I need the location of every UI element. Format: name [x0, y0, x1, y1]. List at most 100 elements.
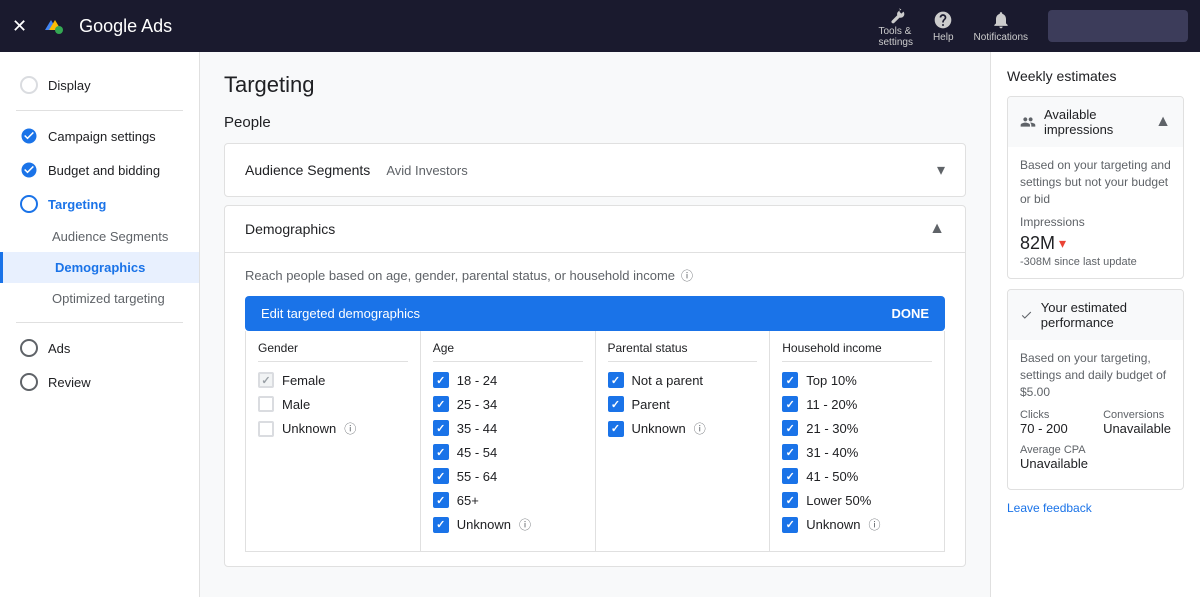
content-area: Targeting People Audience Segments Avid …	[200, 52, 990, 597]
age-unknown-label: Unknown	[457, 517, 511, 532]
income-21-30-row[interactable]: 21 - 30%	[782, 420, 932, 436]
sidebar-item-demographics[interactable]: Demographics	[0, 252, 199, 283]
income-unknown-checkbox[interactable]	[782, 517, 798, 533]
perf-clicks-row: Clicks 70 - 200 Conversions Unavailable	[1020, 409, 1171, 436]
app-title: Google Ads	[79, 16, 172, 37]
age-unknown-row[interactable]: Unknown ⓘ	[433, 516, 583, 533]
edit-demographics-bar[interactable]: Edit targeted demographics DONE	[245, 296, 945, 331]
age-55-64-row[interactable]: 55 - 64	[433, 468, 583, 484]
income-11-20-row[interactable]: 11 - 20%	[782, 396, 932, 412]
parent-row[interactable]: Parent	[608, 396, 758, 412]
male-checkbox[interactable]	[258, 396, 274, 412]
top-10-row[interactable]: Top 10%	[782, 372, 932, 388]
female-checkbox[interactable]	[258, 372, 274, 388]
income-unknown-row[interactable]: Unknown ⓘ	[782, 516, 932, 533]
not-parent-checkbox[interactable]	[608, 372, 624, 388]
available-impressions-title: Available impressions	[1044, 107, 1155, 137]
household-income-header: Household income	[782, 341, 932, 362]
sidebar-review-label: Review	[48, 375, 91, 390]
people-section-title: People	[224, 114, 966, 131]
age-65-plus-checkbox[interactable]	[433, 492, 449, 508]
sidebar-item-audience-segments[interactable]: Audience Segments	[0, 221, 199, 252]
age-45-54-row[interactable]: 45 - 54	[433, 444, 583, 460]
sidebar-item-review[interactable]: Review	[0, 365, 199, 399]
edit-bar-text: Edit targeted demographics	[261, 306, 420, 321]
sidebar-item-budget-bidding[interactable]: Budget and bidding	[0, 153, 199, 187]
google-ads-logo-icon	[37, 10, 69, 42]
sidebar-item-ads[interactable]: Ads	[0, 331, 199, 365]
performance-title: Your estimated performance	[1041, 300, 1171, 330]
income-21-30-checkbox[interactable]	[782, 420, 798, 436]
age-35-44-row[interactable]: 35 - 44	[433, 420, 583, 436]
performance-body: Based on your targeting, settings and da…	[1008, 340, 1183, 488]
parental-unknown-checkbox[interactable]	[608, 421, 624, 437]
top-10-checkbox[interactable]	[782, 372, 798, 388]
sidebar-item-campaign-settings[interactable]: Campaign settings	[0, 119, 199, 153]
age-18-24-checkbox[interactable]	[433, 372, 449, 388]
sidebar: Display Campaign settings Budget and bid…	[0, 52, 200, 597]
age-65-plus-row[interactable]: 65+	[433, 492, 583, 508]
age-55-64-label: 55 - 64	[457, 469, 497, 484]
search-input[interactable]	[1048, 10, 1188, 42]
age-35-44-checkbox[interactable]	[433, 420, 449, 436]
available-impressions-header-left: Available impressions	[1020, 107, 1155, 137]
sidebar-targeting-label: Targeting	[48, 197, 106, 212]
parental-unknown-row[interactable]: Unknown ⓘ	[608, 420, 758, 437]
not-parent-row[interactable]: Not a parent	[608, 372, 758, 388]
done-button[interactable]: DONE	[891, 306, 929, 321]
age-25-34-row[interactable]: 25 - 34	[433, 396, 583, 412]
impressions-label: Impressions	[1020, 215, 1171, 229]
gender-unknown-checkbox[interactable]	[258, 421, 274, 437]
sidebar-budget-bidding-label: Budget and bidding	[48, 163, 160, 178]
conversions-value: Unavailable	[1103, 421, 1171, 436]
ads-circle-icon	[20, 339, 38, 357]
lower-50-row[interactable]: Lower 50%	[782, 492, 932, 508]
avg-cpa-value: Unavailable	[1020, 456, 1088, 471]
available-impressions-header[interactable]: Available impressions ▲	[1008, 97, 1183, 147]
audience-segments-header-left: Audience Segments Avid Investors	[245, 162, 468, 178]
income-31-40-row[interactable]: 31 - 40%	[782, 444, 932, 460]
male-label: Male	[282, 397, 310, 412]
age-45-54-checkbox[interactable]	[433, 444, 449, 460]
audience-segments-header[interactable]: Audience Segments Avid Investors ▾	[225, 144, 965, 196]
gender-female-row[interactable]: Female	[258, 372, 408, 388]
people-section: People Audience Segments Avid Investors …	[224, 114, 966, 567]
parent-label: Parent	[632, 397, 670, 412]
age-55-64-checkbox[interactable]	[433, 468, 449, 484]
income-11-20-checkbox[interactable]	[782, 396, 798, 412]
tools-icon	[886, 4, 906, 24]
age-35-44-label: 35 - 44	[457, 421, 497, 436]
sidebar-item-optimized-targeting[interactable]: Optimized targeting	[0, 283, 199, 314]
help-button[interactable]: Help	[933, 10, 954, 43]
sidebar-item-targeting[interactable]: Targeting	[0, 187, 199, 221]
people-icon	[1020, 113, 1036, 131]
demographics-header[interactable]: Demographics ▲	[225, 206, 965, 253]
impressions-sub: -308M since last update	[1020, 256, 1171, 268]
age-18-24-row[interactable]: 18 - 24	[433, 372, 583, 388]
page-title: Targeting	[224, 72, 966, 98]
gender-unknown-info-icon: ⓘ	[344, 420, 356, 437]
weekly-estimates-title: Weekly estimates	[1007, 68, 1184, 84]
clicks-value: 70 - 200	[1020, 421, 1068, 436]
notifications-label: Notifications	[974, 32, 1028, 43]
income-31-40-checkbox[interactable]	[782, 444, 798, 460]
income-41-50-checkbox[interactable]	[782, 468, 798, 484]
tools-settings-button[interactable]: Tools & settings	[878, 4, 912, 48]
sidebar-optimized-targeting-label: Optimized targeting	[52, 291, 165, 306]
leave-feedback-link[interactable]: Leave feedback	[1007, 501, 1092, 515]
age-25-34-checkbox[interactable]	[433, 396, 449, 412]
gender-unknown-row[interactable]: Unknown ⓘ	[258, 420, 408, 437]
lower-50-checkbox[interactable]	[782, 492, 798, 508]
age-unknown-checkbox[interactable]	[433, 517, 449, 533]
income-41-50-row[interactable]: 41 - 50%	[782, 468, 932, 484]
parent-checkbox[interactable]	[608, 396, 624, 412]
performance-header[interactable]: Your estimated performance	[1008, 290, 1183, 340]
perf-avg-cpa: Average CPA Unavailable	[1020, 444, 1171, 471]
close-button[interactable]: ✕	[12, 16, 27, 37]
estimated-performance-section: Your estimated performance Based on your…	[1007, 289, 1184, 489]
gender-male-row[interactable]: Male	[258, 396, 408, 412]
sidebar-item-display[interactable]: Display	[0, 68, 199, 102]
notifications-button[interactable]: Notifications	[974, 10, 1028, 43]
impressions-arrow-icon: ▾	[1059, 235, 1066, 252]
topbar: ✕ Google Ads Tools & settings Help Notif…	[0, 0, 1200, 52]
